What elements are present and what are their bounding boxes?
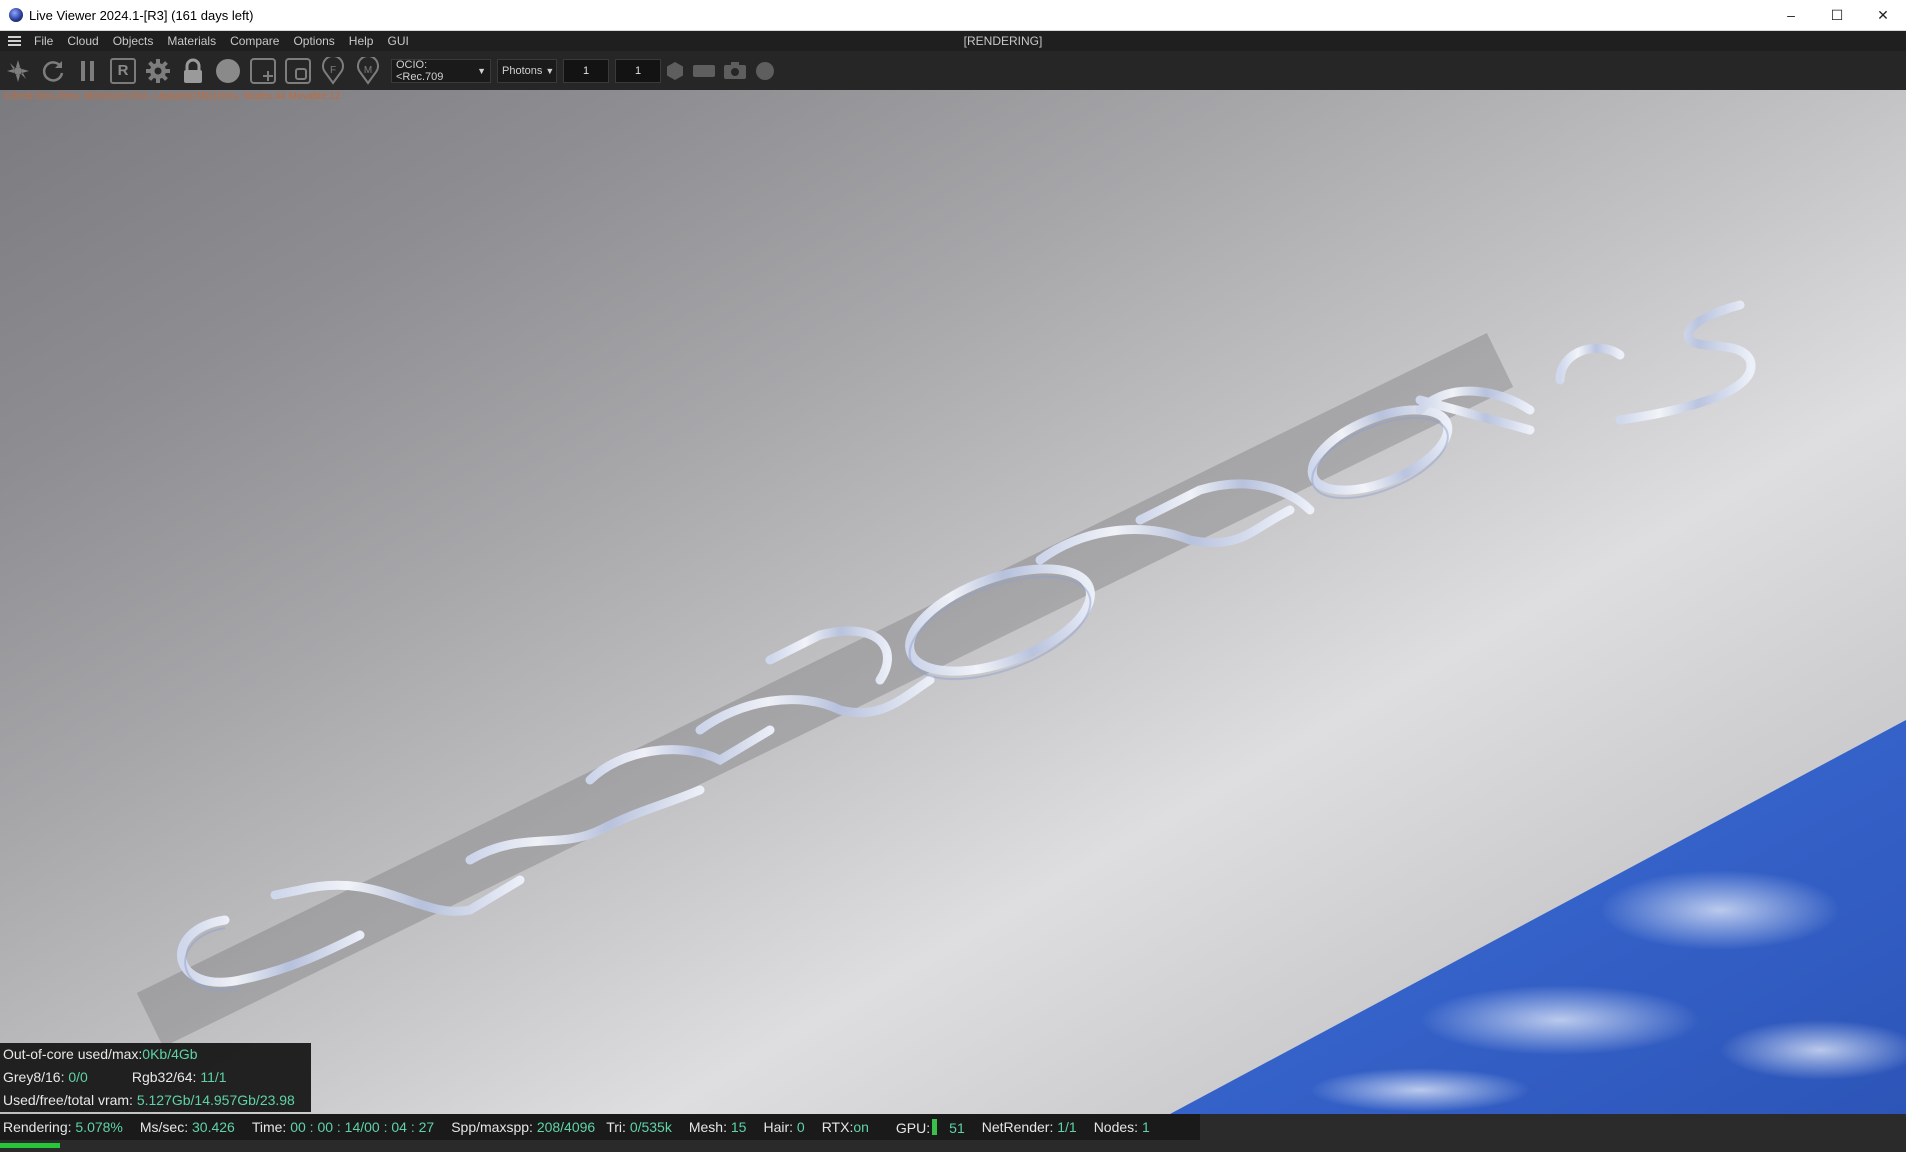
hexagon-icon[interactable] — [665, 57, 685, 85]
gpu-status: GPU: 51 — [895, 1118, 965, 1136]
debug-stats-line: Check:0ms./0ms. MeshGen:0ms. Update[CMG]… — [4, 91, 341, 102]
spp-value: 208/4096 — [536, 1119, 596, 1135]
param-field-a[interactable]: 1 — [563, 58, 609, 83]
netrender-label: NetRender: — [981, 1119, 1058, 1135]
rtx-label: RTX: — [821, 1119, 854, 1135]
tri-label: Tri: — [606, 1119, 630, 1135]
lock-icon[interactable] — [179, 57, 207, 85]
ooc-label: Out-of-core used/max: — [3, 1046, 143, 1062]
texture-count-row: Grey8/16: 0/0 Rgb32/64: 11/1 — [0, 1066, 311, 1089]
ooc-value: 0Kb/4Gb — [142, 1046, 198, 1062]
menu-objects[interactable]: Objects — [106, 34, 161, 48]
pause-icon[interactable] — [74, 57, 102, 85]
rtx-value: on — [853, 1119, 869, 1135]
gear-spin-icon[interactable] — [4, 57, 32, 85]
hair-value: 0 — [796, 1119, 805, 1135]
memory-info-panel: Out-of-core used/max:0Kb/4Gb Grey8/16: 0… — [0, 1043, 311, 1112]
rendering-status: Rendering: 5.078% — [3, 1119, 123, 1135]
menu-compare[interactable]: Compare — [223, 34, 286, 48]
vram-value: 5.127Gb/14.957Gb/23.98 — [136, 1092, 295, 1108]
title-bar: Live Viewer 2024.1-[R3] (161 days left) … — [0, 0, 1906, 31]
menu-gui[interactable]: GUI — [380, 34, 415, 48]
param-field-b[interactable]: 1 — [615, 58, 661, 83]
render-viewport[interactable]: Check:0ms./0ms. MeshGen:0ms. Update[CMG]… — [0, 90, 1906, 1114]
out-of-core-row: Out-of-core used/max:0Kb/4Gb — [0, 1043, 311, 1066]
mssec-label: Ms/sec: — [139, 1119, 192, 1135]
nodes-status: Nodes: 1 — [1094, 1119, 1150, 1135]
chevron-down-icon: ▼ — [545, 65, 555, 76]
tri-status: Tri: 0/535k — [606, 1119, 672, 1135]
tri-value: 0/535k — [629, 1119, 672, 1135]
sphere-icon[interactable] — [214, 57, 242, 85]
vram-label: Used/free/total vram: — [3, 1092, 137, 1108]
refresh-icon[interactable] — [39, 57, 67, 85]
ocio-select-value: OCIO:<Rec.709 — [396, 58, 444, 83]
mode-select[interactable]: Photons ▼ — [497, 58, 557, 83]
record-icon[interactable] — [754, 57, 776, 85]
settings-gear-icon[interactable] — [144, 57, 172, 85]
svg-text:F: F — [330, 65, 336, 76]
mesh-value: 15 — [730, 1119, 747, 1135]
rendering-label: Rendering: — [3, 1119, 76, 1135]
minimize-button[interactable]: – — [1768, 0, 1814, 30]
spp-label: Spp/maxspp: — [451, 1119, 537, 1135]
gpu-usage-bar — [932, 1118, 938, 1135]
region-r-icon[interactable]: R — [109, 57, 137, 85]
film-icon[interactable] — [692, 57, 716, 85]
time-status: Time: 00 : 00 : 14/00 : 04 : 27 — [252, 1119, 434, 1135]
menu-materials[interactable]: Materials — [160, 34, 223, 48]
netrender-value: 1/1 — [1057, 1119, 1077, 1135]
vram-row: Used/free/total vram: 5.127Gb/14.957Gb/2… — [0, 1089, 311, 1112]
hair-status: Hair: 0 — [763, 1119, 804, 1135]
mode-select-value: Photons — [502, 64, 543, 77]
focus-picker-icon[interactable]: F — [319, 56, 347, 85]
add-region-icon[interactable] — [249, 57, 277, 85]
chevron-down-icon: ▼ — [477, 65, 486, 76]
menu-bar: File Cloud Objects Materials Compare Opt… — [0, 31, 1906, 51]
gpu-value: 51 — [949, 1119, 965, 1136]
maximize-button[interactable]: ☐ — [1814, 0, 1860, 30]
mesh-label: Mesh: — [688, 1119, 731, 1135]
spp-status: Spp/maxspp: 208/4096 — [451, 1119, 595, 1135]
rendering-value: 5.078% — [75, 1119, 123, 1135]
netrender-status: NetRender: 1/1 — [982, 1119, 1077, 1135]
window-controls: – ☐ ✕ — [1768, 0, 1906, 30]
hair-label: Hair: — [763, 1119, 797, 1135]
rtx-status: RTX:on — [822, 1119, 869, 1135]
mssec-status: Ms/sec: 30.426 — [140, 1119, 235, 1135]
ocio-select[interactable]: OCIO:<Rec.709 ▼ — [391, 58, 491, 83]
app-logo-icon — [9, 8, 23, 22]
mssec-value: 30.426 — [192, 1119, 235, 1135]
time-value: 00 : 00 : 14/00 : 04 : 27 — [290, 1119, 435, 1135]
render-image — [136, 300, 1906, 1114]
gpu-label: GPU: — [895, 1119, 931, 1136]
mesh-status: Mesh: 15 — [689, 1119, 747, 1135]
material-picker-icon[interactable]: M — [354, 56, 382, 85]
menu-help[interactable]: Help — [342, 34, 381, 48]
rgb-label: Rgb32/64: — [131, 1069, 201, 1085]
time-label: Time: — [251, 1119, 291, 1135]
nodes-label: Nodes: — [1093, 1119, 1142, 1135]
focus-region-icon[interactable] — [284, 57, 312, 85]
grey-label: Grey8/16: — [3, 1069, 69, 1085]
toolbar: R F M OCIO:<Rec.709 ▼ Photons ▼ 1 1 — [0, 51, 1906, 90]
camera-icon[interactable] — [723, 57, 747, 85]
svg-text:M: M — [364, 65, 372, 76]
rgb-value: 11/1 — [200, 1069, 227, 1085]
grey-value: 0/0 — [68, 1069, 88, 1085]
render-progress-fill — [0, 1143, 60, 1148]
render-progress-track — [0, 1140, 1906, 1152]
menu-cloud[interactable]: Cloud — [60, 34, 105, 48]
status-bar: Rendering: 5.078% Ms/sec: 30.426 Time: 0… — [0, 1114, 1200, 1140]
hamburger-menu-icon[interactable] — [8, 36, 21, 46]
menu-options[interactable]: Options — [286, 34, 341, 48]
close-button[interactable]: ✕ — [1860, 0, 1906, 30]
menu-file[interactable]: File — [27, 34, 60, 48]
nodes-value: 1 — [1141, 1119, 1150, 1135]
window-title: Live Viewer 2024.1-[R3] (161 days left) — [29, 7, 254, 23]
